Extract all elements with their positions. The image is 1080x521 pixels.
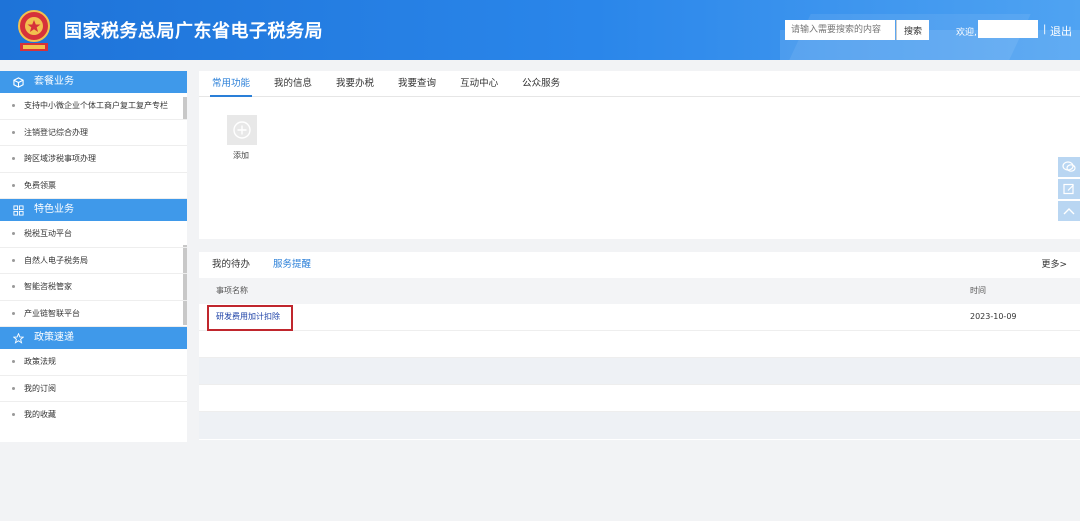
sidebar-item[interactable]: 智能咨税管家 [0,274,187,301]
more-link[interactable]: 更多> [1041,252,1067,278]
chevron-up-icon [1063,208,1075,215]
sidebar-section-policy[interactable]: 政策速递 [0,327,187,349]
header-separator: | [1043,24,1047,35]
tab-service-reminder[interactable]: 服务提醒 [273,252,311,278]
sidebar-section-title: 套餐业务 [34,76,74,87]
tab-my-info[interactable]: 我的信息 [274,71,312,96]
tab-interaction[interactable]: 互动中心 [460,71,498,96]
column-header-time: 时间 [970,286,986,295]
cube-icon [12,76,24,88]
table-row [199,385,1080,412]
table-row [199,412,1080,439]
tax-emblem-icon [18,10,50,51]
reminder-item-link[interactable]: 研发费用加计扣除 [216,304,280,330]
add-label: 添加 [233,151,249,160]
tab-common-functions[interactable]: 常用功能 [209,71,253,97]
reminder-tabs: 我的待办 服务提醒 更多> [199,252,1080,278]
username-box [978,20,1038,38]
search-input[interactable] [785,20,895,40]
edit-icon [1063,183,1074,195]
sidebar-item[interactable]: 注销登记综合办理 [0,120,187,146]
chat-float-button[interactable] [1058,157,1080,177]
plus-circle-icon [233,121,251,139]
column-header-name: 事项名称 [216,286,248,295]
tab-file-tax[interactable]: 我要办税 [336,71,374,96]
sidebar-item[interactable]: 跨区域涉税事项办理 [0,146,187,173]
welcome-text: 欢迎, [956,28,977,38]
table-header: 事项名称 时间 [199,278,1080,304]
sidebar-item[interactable]: 税税互动平台 [0,221,187,248]
sidebar-item[interactable]: 政策法规 [0,349,187,376]
sidebar-section-title: 特色业务 [34,204,74,215]
sidebar-item[interactable]: 支持中小微企业个体工商户复工复产专栏 [0,93,187,120]
sidebar-item[interactable]: 自然人电子税务局 [0,248,187,274]
sidebar-section-title: 政策速递 [34,332,74,343]
star-icon [12,332,24,344]
add-function-button[interactable] [227,115,257,145]
tab-my-todo[interactable]: 我的待办 [212,252,250,278]
site-title: 国家税务总局广东省电子税务局 [64,21,323,42]
main-tabs: 常用功能 我的信息 我要办税 我要查询 互动中心 公众服务 [199,71,1080,97]
reminders-panel: 我的待办 服务提醒 更多> 事项名称 时间 研发费用加计扣除 2023-10-0… [199,252,1080,440]
tab-query[interactable]: 我要查询 [398,71,436,96]
reminder-item-time: 2023-10-09 [970,312,1017,321]
tab-public-service[interactable]: 公众服务 [522,71,560,96]
sidebar: 套餐业务 支持中小微企业个体工商户复工复产专栏 注销登记综合办理 跨区域涉税事项… [0,71,187,442]
search-button[interactable]: 搜索 [896,20,929,40]
back-to-top-button[interactable] [1058,201,1080,221]
table-row [199,358,1080,385]
sidebar-section-special[interactable]: 特色业务 [0,199,187,221]
grid-icon [12,204,24,216]
chat-icon [1062,161,1076,172]
logout-link[interactable]: 退出 [1050,23,1072,39]
sidebar-item[interactable]: 我的订阅 [0,376,187,402]
sidebar-item[interactable]: 我的收藏 [0,402,187,429]
common-functions-panel: 常用功能 我的信息 我要办税 我要查询 互动中心 公众服务 添加 [199,71,1080,239]
sidebar-item[interactable]: 免费领票 [0,173,187,199]
table-row [199,331,1080,358]
table-row: 研发费用加计扣除 2023-10-09 [199,304,1080,331]
sidebar-item[interactable]: 产业链智联平台 [0,301,187,327]
feedback-float-button[interactable] [1058,179,1080,199]
top-header: 国家税务总局广东省电子税务局 搜索 欢迎, | 退出 [0,0,1080,60]
sidebar-section-package[interactable]: 套餐业务 [0,71,187,93]
